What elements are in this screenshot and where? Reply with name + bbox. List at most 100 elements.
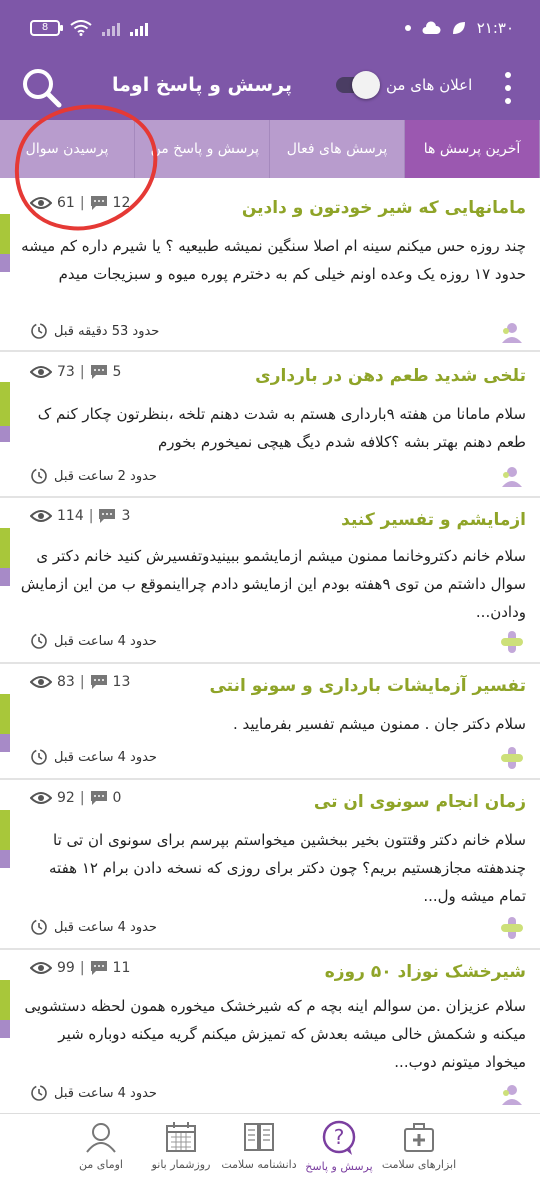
eye-icon	[30, 510, 52, 522]
question-title: شیرخشک نوزاد ۵۰ روزه	[324, 962, 526, 982]
wifi-icon	[70, 20, 92, 36]
comments-count: 12	[112, 195, 131, 211]
category-strip	[0, 694, 10, 734]
time-text: حدود 4 ساعت قبل	[54, 749, 157, 765]
app-bar: پرسش و پاسخ اوما اعلان های من	[0, 58, 540, 120]
medical-kit-icon	[404, 1123, 434, 1152]
question-stats: 99 | 11	[30, 960, 130, 976]
category-strip	[0, 734, 10, 752]
battery-level: 8	[41, 22, 49, 33]
question-time: حدود 4 ساعت قبل	[30, 918, 157, 936]
question-excerpt: سلام دکتر جان . ممنون میشم تفسیر بفرمایی…	[232, 715, 526, 733]
separator: |	[79, 364, 85, 380]
signal-icon-2	[130, 20, 148, 36]
question-stats: 83 | 13	[30, 674, 130, 690]
tab-active-questions[interactable]: پرسش های فعال	[270, 120, 405, 178]
nav-item-health-tools[interactable]: ابزارهای سلامت	[374, 1114, 464, 1194]
category-strip	[0, 528, 10, 568]
category-strip	[0, 426, 10, 442]
question-excerpt: سلام خانم دکتر وقتتون بخیر ببخشین میخواس…	[49, 831, 526, 905]
question-stats: 92 | 0	[30, 790, 121, 806]
history-clock-icon	[31, 749, 47, 765]
question-card[interactable]: ازمایشم و تفسیر کنید 114 | 3 سلام خانم د…	[0, 498, 540, 664]
comment-icon	[99, 509, 116, 523]
comments-count: 5	[112, 364, 122, 380]
views-count: 92	[57, 790, 75, 806]
eye-icon	[30, 197, 52, 209]
menu-dot-icon	[505, 72, 511, 78]
question-excerpt: سلام مامانا من هفته ۹بارداری هستم به شدت…	[37, 405, 526, 451]
tab-my-questions[interactable]: پرسش و پاسخ من	[135, 120, 270, 178]
nav-label: دانشنامه سلامت	[221, 1158, 297, 1171]
status-bar: 8 ۲۱:۳۰	[0, 0, 540, 58]
tab-ask-question[interactable]: پرسیدن سوال	[0, 120, 135, 178]
tab-latest-questions[interactable]: آخرین پرسش ها	[405, 120, 540, 178]
question-card[interactable]: تفسیر آزمایشات بارداری و سونو انتی 83 | …	[0, 664, 540, 780]
status-icons: 8	[30, 20, 148, 36]
search-button[interactable]	[20, 66, 64, 110]
category-strip	[0, 568, 10, 586]
signal-icon	[102, 20, 120, 36]
overflow-menu-button[interactable]	[500, 68, 516, 108]
separator: |	[79, 960, 85, 976]
comment-icon	[90, 196, 107, 210]
calendar-icon	[166, 1122, 196, 1152]
bottom-navigation: اومای من روزشمار بانو دانشنامه سلامت ? پ…	[0, 1113, 540, 1200]
leaf-icon	[452, 22, 465, 34]
views-count: 83	[57, 674, 75, 690]
user-avatar-icon	[502, 323, 522, 343]
question-time: حدود 53 دقیقه قبل	[30, 322, 159, 340]
question-list: مامانهایی که شیر خودتون و دادین 61 | 12 …	[0, 180, 540, 1116]
question-time: حدود 4 ساعت قبل	[30, 632, 157, 650]
nav-item-calendar[interactable]: روزشمار بانو	[136, 1114, 226, 1194]
history-clock-icon	[31, 919, 47, 935]
nav-label: روزشمار بانو	[151, 1158, 211, 1171]
category-strip	[0, 980, 10, 1020]
status-right: ۲۱:۳۰	[404, 19, 514, 37]
medical-plus-icon	[501, 631, 523, 653]
separator: |	[79, 674, 85, 690]
question-stats: 73 | 5	[30, 364, 121, 380]
question-stats: 114 | 3	[30, 508, 130, 524]
question-card[interactable]: تلخی شدید طعم دهن در بارداری 73 | 5 سلام…	[0, 352, 540, 498]
page-title: پرسش و پاسخ اوما	[112, 74, 293, 96]
question-card[interactable]: شیرخشک نوزاد ۵۰ روزه 99 | 11 سلام عزیزان…	[0, 950, 540, 1116]
question-card[interactable]: زمان انجام سونوی ان تی 92 | 0 سلام خانم …	[0, 780, 540, 950]
medical-plus-icon	[501, 917, 523, 939]
views-count: 73	[57, 364, 75, 380]
separator: |	[88, 508, 94, 524]
nav-label: ابزارهای سلامت	[381, 1158, 457, 1171]
question-title: تلخی شدید طعم دهن در بارداری	[255, 366, 526, 386]
comment-icon	[90, 675, 107, 689]
nav-item-my-ooma[interactable]: اومای من	[56, 1114, 146, 1194]
toggle-knob	[352, 71, 380, 99]
separator: |	[79, 790, 85, 806]
user-avatar-icon	[502, 467, 522, 487]
notifications-toggle[interactable]	[336, 71, 382, 99]
cloud-icon	[422, 21, 441, 34]
comment-icon	[90, 365, 107, 379]
notification-dot-icon	[404, 25, 411, 31]
user-avatar-icon	[502, 1085, 522, 1105]
separator: |	[79, 195, 85, 211]
question-title: ازمایشم و تفسیر کنید	[341, 510, 526, 530]
eye-icon	[30, 792, 52, 804]
question-title: تفسیر آزمایشات بارداری و سونو انتی	[209, 676, 526, 696]
comments-count: 0	[112, 790, 122, 806]
eye-icon	[30, 676, 52, 688]
views-count: 99	[57, 960, 75, 976]
time-text: حدود 4 ساعت قبل	[54, 633, 157, 649]
svg-text:?: ?	[334, 1125, 345, 1149]
nav-item-questions[interactable]: ? پرسش و پاسخ	[294, 1114, 384, 1194]
question-time: حدود 4 ساعت قبل	[30, 748, 157, 766]
comment-icon	[90, 791, 107, 805]
category-strip	[0, 254, 10, 272]
question-card[interactable]: مامانهایی که شیر خودتون و دادین 61 | 12 …	[0, 180, 540, 352]
question-title: مامانهایی که شیر خودتون و دادین	[241, 198, 526, 218]
question-time: حدود 4 ساعت قبل	[30, 1084, 157, 1102]
nav-item-encyclopedia[interactable]: دانشنامه سلامت	[214, 1114, 304, 1194]
tab-bar: پرسیدن سوال پرسش و پاسخ من پرسش های فعال…	[0, 120, 540, 178]
comments-count: 11	[112, 960, 131, 976]
eye-icon	[30, 962, 52, 974]
history-clock-icon	[31, 468, 47, 484]
